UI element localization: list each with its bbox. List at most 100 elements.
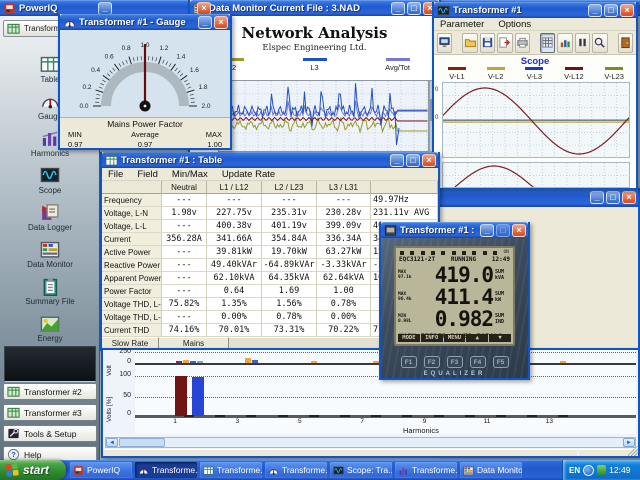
taskbar-button-label: PowerIQ — [87, 465, 120, 475]
taskbar-button-transforme-[interactable]: Transforme... — [395, 462, 457, 478]
sidebar-button-tools-setup[interactable]: Tools & Setup — [3, 425, 97, 442]
sidebar-item-data-logger[interactable]: Data Logger — [0, 202, 100, 232]
sidebar-item-summary-file[interactable]: Summary File — [0, 276, 100, 306]
table-cell: 62.64kVA — [317, 272, 371, 285]
lcd-soft-button-arrow[interactable]: ▲ — [466, 334, 488, 342]
axis-dash — [215, 415, 225, 417]
meter-fkey-f4[interactable]: F4 — [470, 356, 486, 368]
row-label: Voltage, L-L — [102, 220, 162, 233]
legend-swatch — [605, 67, 623, 70]
taskbar-button-data-monitor[interactable]: Data Monitor — [460, 462, 522, 478]
menu-item-options[interactable]: Options — [498, 19, 531, 30]
scope-window-titlebar[interactable]: Transformer #1 _ □ × — [434, 2, 636, 18]
taskbar-button-transforme-[interactable]: Transforme... — [265, 462, 327, 478]
meter-fkey-f5[interactable]: F5 — [493, 356, 509, 368]
remote-display-titlebar[interactable]: Transformer #1 : Re... _ □ × — [381, 222, 528, 238]
lcd-status-row: EQC3121-2T RUNNING 12:49 — [399, 256, 510, 263]
row-label: Current — [102, 233, 162, 246]
remote-display-icon — [384, 224, 397, 237]
taskbar-button-transforme-[interactable]: Transforme... — [200, 462, 262, 478]
menu-item-field[interactable]: Field — [137, 169, 158, 180]
gauge-close-button[interactable]: × — [214, 16, 228, 29]
lcd-soft-button-mode[interactable]: MODE — [398, 334, 420, 342]
table-cell: 0.00% — [317, 311, 371, 324]
print-button[interactable] — [515, 33, 530, 53]
taskbar-button-scope-tra-[interactable]: Scope: Tra... — [330, 462, 392, 478]
scroll-left-arrow[interactable]: ◄ — [106, 438, 118, 447]
language-indicator[interactable]: EN — [569, 466, 580, 475]
sidebar-item-energy[interactable]: Energy — [0, 313, 100, 343]
table-close-button[interactable]: × — [422, 154, 436, 167]
table-maximize-button[interactable]: □ — [406, 154, 420, 167]
export-button[interactable] — [497, 33, 512, 53]
desktop: PowerIQ _ × Transformer #1 TableGaugeHar… — [0, 0, 640, 480]
gauge-window-titlebar[interactable]: Transformer #1 - Gauge _ × — [60, 14, 230, 30]
table-window-title: Transformer #1 : Table — [121, 155, 387, 166]
resize-grip[interactable] — [628, 446, 638, 456]
harmonic-bar — [252, 360, 258, 363]
tray-language-icon[interactable] — [583, 465, 594, 476]
menu-item-parameter[interactable]: Parameter — [440, 19, 484, 30]
background-window-minimize-button[interactable]: _ — [590, 191, 604, 204]
meter-fkey-f1[interactable]: F1 — [401, 356, 417, 368]
sidebar-button-transformer-3[interactable]: Transformer #3 — [3, 404, 97, 421]
harmonics-scrollbar[interactable]: ◄ ► — [105, 437, 636, 448]
table-cell: 0.78% — [262, 311, 317, 324]
harmonic-bar — [175, 376, 187, 416]
legend-label: V-L12 — [564, 72, 584, 81]
meter-fkey-f2[interactable]: F2 — [424, 356, 440, 368]
lcd-soft-button-info[interactable]: INFO — [421, 334, 443, 342]
axis-dash — [496, 415, 506, 417]
gauge-icon — [138, 465, 149, 476]
menu-item-min-max[interactable]: Min/Max — [172, 169, 208, 180]
sidebar-button-transformer-2[interactable]: Transformer #2 — [3, 383, 97, 400]
lcd-soft-button-arrow[interactable]: ▼ — [489, 334, 511, 342]
zoom-button[interactable] — [592, 33, 607, 53]
sidebar-item-data-monitor[interactable]: Data Monitor — [0, 239, 100, 269]
remote-minimize-button[interactable]: _ — [480, 224, 494, 237]
remote-close-button[interactable]: × — [512, 224, 526, 237]
gauge-minimize-button[interactable]: _ — [198, 16, 212, 29]
tray-app-icon[interactable] — [597, 465, 606, 475]
lcd-reading-small: MAX97.1k — [398, 270, 415, 280]
meter-fkey-f3[interactable]: F3 — [447, 356, 463, 368]
taskbar-button-poweriq[interactable]: PowerIQ — [70, 462, 132, 478]
save-button[interactable] — [480, 33, 495, 53]
taskbar-button-transforme-[interactable]: Transforme... — [135, 462, 197, 478]
open-button[interactable] — [462, 33, 477, 53]
sidebar-item-label: Data Monitor — [0, 260, 100, 269]
exit-button[interactable] — [618, 33, 633, 53]
pause-button[interactable] — [575, 33, 590, 53]
export-icon — [498, 36, 511, 49]
background-window-maximize-button[interactable]: □ — [606, 191, 620, 204]
taskbar-button-label: Transforme... — [152, 465, 197, 475]
door-icon — [619, 36, 632, 49]
device-button[interactable] — [437, 33, 452, 53]
background-window-close-button[interactable]: × — [622, 191, 636, 204]
lcd-dot — [452, 251, 456, 255]
background-window-titlebar[interactable]: _ □ × — [439, 188, 638, 207]
lcd-soft-button-menu[interactable]: MENU — [444, 334, 466, 342]
scope-view-button[interactable] — [540, 33, 555, 53]
harmonics-scroll-thumb[interactable] — [119, 438, 165, 447]
sidebar-item-scope[interactable]: Scope — [0, 165, 100, 195]
scope-minimize-button[interactable]: _ — [588, 4, 602, 17]
table-cell: 70.22% — [317, 324, 371, 337]
data-monitor-minimize-button[interactable]: _ — [391, 2, 405, 15]
scope-toolbar — [434, 31, 636, 55]
scope-maximize-button[interactable]: □ — [604, 4, 618, 17]
menu-item-file[interactable]: File — [108, 169, 123, 180]
table-window-titlebar[interactable]: Transformer #1 : Table _ □ × — [102, 152, 438, 168]
meter-brand: EQUALIZER — [381, 371, 528, 377]
table-minimize-button[interactable]: _ — [390, 154, 404, 167]
row-label: Power Factor — [102, 285, 162, 298]
poweriq-app-icon — [3, 2, 16, 15]
setup-button[interactable] — [557, 33, 572, 53]
table-cell: 227.75v — [207, 207, 262, 220]
remote-maximize-button[interactable]: □ — [496, 224, 510, 237]
sidebar-item-label: Energy — [0, 334, 100, 343]
menu-item-update-rate[interactable]: Update Rate — [222, 169, 275, 180]
data-monitor-restore-button[interactable]: □ — [407, 2, 421, 15]
scope-close-button[interactable]: × — [620, 4, 634, 17]
start-button[interactable]: start — [0, 460, 66, 480]
